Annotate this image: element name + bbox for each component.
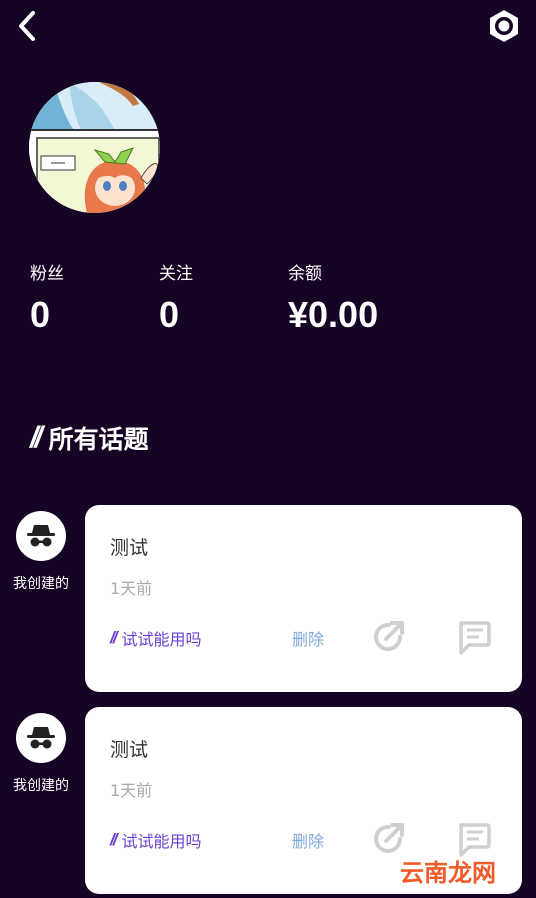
section-title: 所有话题 (48, 425, 149, 454)
stat-balance-value: ¥0.00 (288, 294, 379, 335)
topic-tag-label: 试试能用吗 (121, 832, 202, 851)
stat-balance[interactable]: 余额 ¥0.00 (288, 263, 378, 335)
creator-badge: 我创建的 (10, 713, 72, 795)
section-header: // 所有话题 (30, 420, 149, 456)
stat-following-label: 关注 (159, 264, 193, 284)
topic-time: 1天前 (110, 781, 153, 800)
creator-badge: 我创建的 (10, 511, 72, 593)
topic-tag[interactable]: // 试试能用吗 (110, 626, 201, 650)
stat-fans[interactable]: 粉丝 0 (30, 263, 64, 335)
topic-card[interactable]: 测试 1天前 // 试试能用吗 删除 (85, 505, 522, 692)
delete-button[interactable]: 删除 (292, 828, 324, 852)
watermark-logo: 云南龙网 (400, 852, 496, 888)
creator-label: 我创建的 (13, 576, 69, 592)
stat-following[interactable]: 关注 0 (159, 263, 193, 335)
creator-avatar (16, 713, 66, 763)
stat-fans-value: 0 (30, 294, 51, 335)
comment-icon[interactable] (455, 617, 493, 655)
topic-tag-label: 试试能用吗 (121, 630, 202, 649)
chevron-left-icon (19, 11, 35, 41)
topic-time: 1天前 (110, 579, 153, 598)
creator-label: 我创建的 (13, 778, 69, 794)
topic-tag-marker: // (110, 830, 118, 849)
settings-button[interactable] (486, 8, 522, 44)
topic-tag-marker: // (110, 628, 118, 647)
creator-avatar (16, 511, 66, 561)
share-arrow-icon[interactable] (370, 617, 408, 655)
profile-screen: 粉丝 0 关注 0 余额 ¥0.00 // 所有话题 我创建的 测试 1天前 /… (0, 0, 536, 898)
stat-following-value: 0 (159, 294, 180, 335)
watermark-text: 云南龙网 (400, 858, 496, 887)
topic-title[interactable]: 测试 (110, 735, 148, 762)
delete-button[interactable]: 删除 (292, 626, 324, 650)
section-marker: // (30, 421, 43, 454)
avatar[interactable] (29, 82, 160, 213)
topic-tag[interactable]: // 试试能用吗 (110, 828, 201, 852)
settings-ring-icon (490, 10, 518, 42)
incognito-icon (27, 525, 55, 547)
topic-title[interactable]: 测试 (110, 533, 148, 560)
anime-comic-avatar (29, 82, 160, 213)
stat-fans-label: 粉丝 (30, 264, 64, 284)
back-button[interactable] (10, 8, 44, 44)
incognito-icon (27, 727, 55, 749)
stat-balance-label: 余额 (288, 264, 322, 284)
